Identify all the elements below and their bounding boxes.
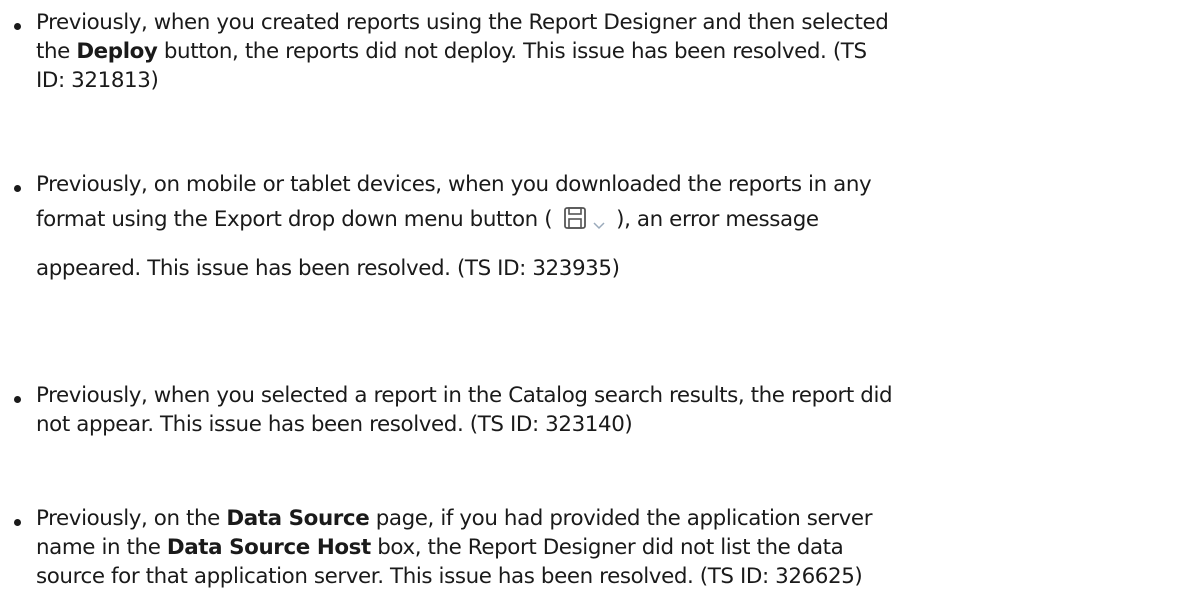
note-text: box, the Report Designer did not list th… — [370, 535, 844, 560]
save-dropdown-icon — [564, 205, 608, 235]
note-text-line: name in the Data Source Host box, the Re… — [36, 533, 1166, 562]
note-text-line: Previously, on mobile or tablet devices,… — [36, 172, 872, 197]
deploy-button-label: Deploy — [76, 39, 158, 64]
note-text: button, the reports did not deploy. This… — [157, 39, 867, 64]
note-text: the — [36, 39, 77, 64]
note-text-line: not appear. This issue has been resolved… — [36, 412, 633, 437]
bullet-icon — [14, 23, 21, 30]
data-source-host-label: Data Source Host — [166, 535, 371, 560]
note-text: Previously, on the — [36, 506, 227, 531]
bullet-icon — [14, 185, 21, 192]
note-text: format using the Export drop down menu b… — [36, 207, 553, 232]
note-text-line: appeared. This issue has been resolved. … — [36, 256, 620, 281]
note-text-line: Previously, on the Data Source page, if … — [36, 504, 1166, 533]
note-text-line: format using the Export drop down menu b… — [36, 205, 1166, 235]
note-text: ), an error message — [616, 207, 819, 232]
note-text-line: Previously, when you created reports usi… — [36, 10, 889, 35]
note-text-line: ID: 321813) — [36, 68, 159, 93]
note-text-line: Previously, when you selected a report i… — [36, 383, 893, 408]
note-text: page, if you had provided the applicatio… — [369, 506, 873, 531]
note-text-line: the Deploy button, the reports did not d… — [36, 37, 1166, 66]
note-text: name in the — [36, 535, 167, 560]
bullet-icon — [14, 519, 21, 526]
bullet-icon — [14, 396, 21, 403]
data-source-page-label: Data Source — [226, 506, 370, 531]
note-text-line: source for that application server. This… — [36, 564, 863, 589]
